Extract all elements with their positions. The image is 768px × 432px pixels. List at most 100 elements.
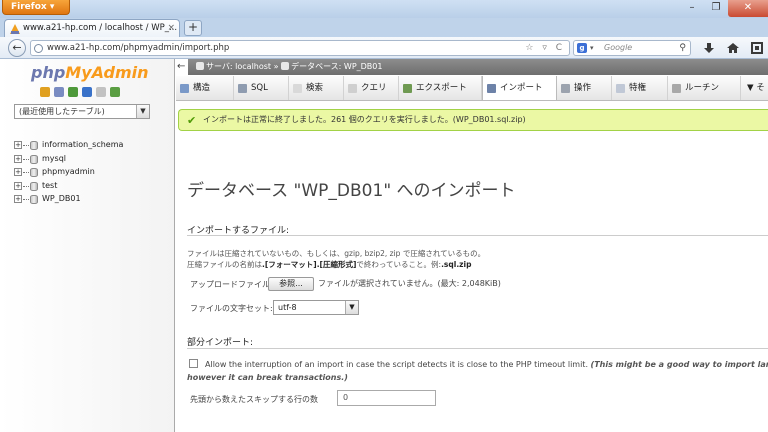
pma-quick-icons xyxy=(40,87,140,99)
menu-tab-label: クエリ xyxy=(361,83,387,93)
pma-navigation-panel: phpMyAdmin (最近使用したテーブル) ▼ + information_s… xyxy=(0,59,175,432)
help-icon[interactable] xyxy=(82,87,92,97)
menu-tab[interactable]: エクスポート xyxy=(399,76,482,100)
menu-tab[interactable]: 特権 xyxy=(612,76,668,100)
maximize-button[interactable]: ❐ xyxy=(704,0,728,17)
menu-tab[interactable]: 操作 xyxy=(557,76,612,100)
menu-tab[interactable]: SQL xyxy=(234,76,289,100)
success-text: インポートは正常に終了しました。261 個のクエリを実行しました。(WP_DB0… xyxy=(203,115,526,124)
menu-tab-label: インポート xyxy=(500,83,543,93)
skip-rows-label: 先頭から数えたスキップする行の数 xyxy=(190,395,318,404)
pma-favicon-icon xyxy=(10,24,20,34)
menu-tab-label: ▼ そ xyxy=(747,83,765,93)
new-tab-button[interactable]: + xyxy=(184,20,202,36)
download-icon[interactable] xyxy=(702,41,716,55)
allow-interrupt-text: Allow the interruption of an import in c… xyxy=(205,360,588,369)
menu-tab[interactable]: クエリ xyxy=(344,76,399,100)
expand-icon[interactable]: + xyxy=(14,141,22,149)
home-icon[interactable] xyxy=(726,41,740,55)
navigation-bar: ← www.a21-hp.com/phpmyadmin/import.php ☆… xyxy=(0,37,768,59)
database-icon xyxy=(30,154,38,164)
charset-select[interactable]: utf-8 ▼ xyxy=(273,300,359,315)
tree-connector xyxy=(23,145,29,146)
magnifier-icon[interactable]: ⚲ xyxy=(679,41,686,55)
window-titlebar: Firefox ▾ – ❐ ✕ xyxy=(0,0,768,18)
url-bar[interactable]: www.a21-hp.com/phpmyadmin/import.php ☆ ▿… xyxy=(30,40,570,56)
reload-icon[interactable] xyxy=(110,87,120,97)
menu-tab[interactable]: 検索 xyxy=(289,76,344,100)
tree-connector xyxy=(23,172,29,173)
db-item[interactable]: + test xyxy=(14,180,174,194)
page-title: データベース "WP_DB01" へのインポート xyxy=(187,181,516,201)
db-item[interactable]: + phpmyadmin xyxy=(14,166,174,180)
expand-icon[interactable]: + xyxy=(14,195,22,203)
query-window-icon[interactable] xyxy=(68,87,78,97)
database-icon xyxy=(281,62,290,70)
menu-tab-label: SQL xyxy=(251,83,268,93)
expand-icon[interactable]: + xyxy=(14,154,22,163)
breadcrumb-server[interactable]: サーバ: localhost xyxy=(206,62,271,71)
menu-tab[interactable]: 構造 xyxy=(176,76,234,100)
db-name: information_schema xyxy=(42,140,124,149)
docs-icon[interactable] xyxy=(96,87,106,97)
menu-tab-icon xyxy=(348,84,357,93)
menu-icon[interactable] xyxy=(750,41,764,55)
db-name: test xyxy=(42,180,58,190)
menu-tab[interactable]: ▼ そ xyxy=(741,76,768,100)
skip-rows-input[interactable]: 0 xyxy=(337,390,436,406)
minimize-button[interactable]: – xyxy=(680,0,704,17)
database-icon xyxy=(30,141,38,150)
search-bar[interactable]: g ▾ Google ⚲ xyxy=(573,40,691,56)
pma-logo[interactable]: phpMyAdmin xyxy=(31,63,149,82)
db-item[interactable]: + mysql xyxy=(14,153,174,167)
menu-tab[interactable]: インポート xyxy=(482,76,557,100)
db-item[interactable]: + information_schema xyxy=(14,139,174,153)
filename-note-pre: 圧縮ファイルの名前は xyxy=(187,260,262,269)
breadcrumb: サーバ: localhost » データベース: WP_DB01 xyxy=(188,59,768,75)
database-tree: + information_schema + mysql + phpmyadmin + tes… xyxy=(14,139,174,207)
window-controls: – ❐ ✕ xyxy=(680,0,768,18)
menu-tab-icon xyxy=(180,84,189,93)
allow-interrupt-label: Allow the interruption of an import in c… xyxy=(205,360,768,369)
back-button[interactable]: ← xyxy=(8,39,26,57)
firefox-menu-button[interactable]: Firefox ▾ xyxy=(2,0,70,15)
dropdown-arrow-icon: ▼ xyxy=(345,301,358,314)
collapse-panel-icon[interactable]: ← xyxy=(177,61,185,72)
close-window-button[interactable]: ✕ xyxy=(728,0,768,17)
database-icon xyxy=(30,168,38,177)
menu-tab-label: 操作 xyxy=(574,83,592,93)
recent-tables-select[interactable]: (最近使用したテーブル) ▼ xyxy=(14,104,150,119)
logout-icon[interactable] xyxy=(54,87,64,97)
bookmark-reload-icons[interactable]: ☆ ▿ C xyxy=(525,41,565,55)
page-content: phpMyAdmin (最近使用したテーブル) ▼ + information_s… xyxy=(0,59,768,432)
allow-interrupt-checkbox[interactable] xyxy=(189,359,198,368)
browse-button[interactable]: 参照... xyxy=(268,277,314,291)
expand-icon[interactable]: + xyxy=(14,181,22,190)
tree-connector xyxy=(23,185,29,187)
browser-tab[interactable]: www.a21-hp.com / localhost / WP_... × xyxy=(4,19,180,37)
db-item[interactable]: + WP_DB01 xyxy=(14,193,174,207)
menu-tab-icon xyxy=(293,84,302,93)
server-icon xyxy=(196,62,204,70)
menu-tab-label: ルーチン xyxy=(685,83,720,93)
menu-tab-label: 検索 xyxy=(306,83,324,93)
search-engine-caret-icon[interactable]: ▾ xyxy=(590,41,594,55)
breadcrumb-database[interactable]: データベース: WP_DB01 xyxy=(291,62,382,71)
database-icon xyxy=(30,195,38,204)
logo-php: php xyxy=(31,63,66,82)
expand-icon[interactable]: + xyxy=(14,168,22,176)
filename-format: .[フォーマット].[圧縮形式] xyxy=(262,260,357,269)
charset-value: utf-8 xyxy=(278,303,297,312)
url-text: www.a21-hp.com/phpmyadmin/import.php xyxy=(47,43,230,53)
allow-interrupt-hint-2: however it can break transactions.) xyxy=(187,373,348,382)
menu-tab-label: エクスポート xyxy=(416,83,467,93)
home-icon[interactable] xyxy=(40,87,50,97)
tree-connector xyxy=(23,199,29,200)
menu-tab-icon xyxy=(238,84,247,93)
allow-interrupt-hint: (This might be a good way to import larg… xyxy=(590,360,768,369)
partial-section-title: 部分インポート: xyxy=(187,338,254,348)
database-icon xyxy=(30,181,38,191)
tab-close-icon[interactable]: × xyxy=(167,20,175,37)
charset-label: ファイルの文字セット: xyxy=(190,304,273,313)
menu-tab[interactable]: ルーチン xyxy=(668,76,741,100)
